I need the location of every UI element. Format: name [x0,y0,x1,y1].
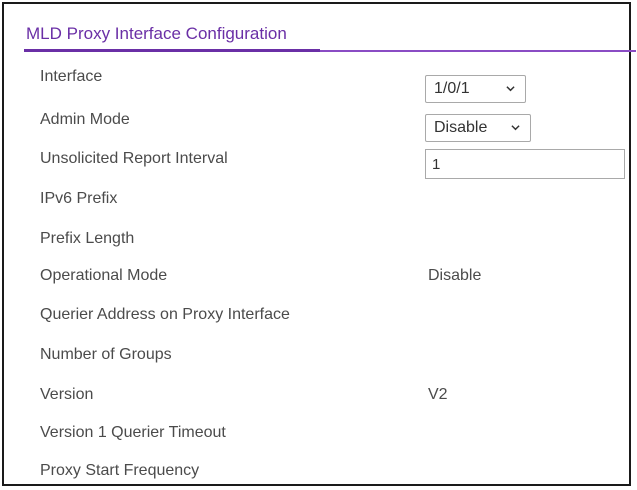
proxy-start-frequency-label: Proxy Start Frequency [40,462,200,479]
interface-label: Interface [40,68,103,85]
version1-querier-timeout-label: Version 1 Querier Timeout [40,424,226,441]
admin-mode-label: Admin Mode [40,111,130,128]
operational-mode-label: Operational Mode [40,267,168,284]
mld-proxy-interface-panel: MLD Proxy Interface Configuration Interf… [2,2,636,486]
interface-select[interactable]: 1/0/1 [425,75,526,103]
chevron-down-icon [506,86,515,92]
operational-mode-value: Disable [428,267,482,284]
prefix-length-label: Prefix Length [40,230,135,247]
version-value: V2 [428,386,448,403]
number-of-groups-label: Number of Groups [40,346,172,363]
ipv6-prefix-label: IPv6 Prefix [40,190,118,207]
version-label: Version [40,386,94,403]
admin-mode-select-value: Disable [434,119,488,136]
unsolicited-report-interval-input[interactable] [425,149,625,179]
querier-address-label: Querier Address on Proxy Interface [40,306,290,323]
title-tab-underline [24,49,320,52]
unsolicited-report-interval-label: Unsolicited Report Interval [40,150,228,167]
interface-select-value: 1/0/1 [434,80,470,97]
chevron-down-icon [511,125,520,131]
admin-mode-select[interactable]: Disable [425,114,531,142]
panel-title: MLD Proxy Interface Configuration [26,24,287,43]
